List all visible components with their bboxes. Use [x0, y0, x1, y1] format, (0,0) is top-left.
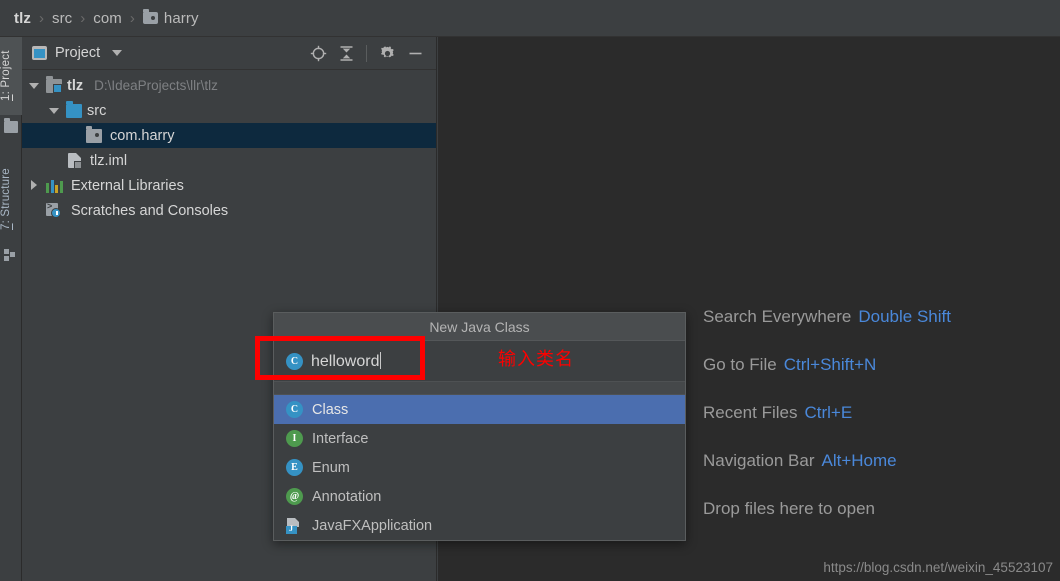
external-libraries-icon — [46, 179, 63, 193]
hint-action: Navigation Bar — [703, 451, 815, 470]
package-icon — [142, 9, 158, 24]
tree-row-tlz-iml[interactable]: tlz.iml — [22, 148, 436, 173]
hint-recent-files: Recent Files Ctrl+E — [703, 403, 951, 423]
tree-row-tlz[interactable]: tlz D:\IdeaProjects\llr\tlz — [22, 73, 436, 98]
hint-action: Search Everywhere — [703, 307, 852, 326]
breadcrumb-separator: › — [80, 9, 86, 27]
idea-window: tlz › src › com › harry 1: Project 7: St… — [0, 0, 1060, 581]
tree-row-external-libraries[interactable]: External Libraries — [22, 173, 436, 198]
hint-action: Recent Files — [703, 403, 798, 422]
popup-separator — [274, 382, 685, 395]
list-item-label: Annotation — [312, 488, 382, 505]
project-window-icon — [32, 46, 47, 60]
breadcrumb-item-harry[interactable]: harry — [139, 9, 203, 28]
enum-icon: E — [286, 459, 303, 476]
twisty-closed-icon[interactable] — [28, 179, 41, 192]
stripe-structure-number: 7 — [0, 223, 12, 230]
hint-shortcut: Alt+Home — [821, 451, 897, 470]
tree-label: External Libraries — [71, 177, 184, 194]
hint-search-everywhere: Search Everywhere Double Shift — [703, 307, 951, 327]
class-kind-list: C Class I Interface E Enum @ Annotation … — [274, 395, 685, 540]
text-caret — [380, 351, 382, 369]
hint-drop-files: Drop files here to open — [703, 499, 951, 519]
tree-label: tlz.iml — [90, 152, 128, 169]
stripe-project-label: : Project — [0, 50, 12, 95]
breadcrumb-label: com — [93, 9, 122, 27]
project-tree: tlz D:\IdeaProjects\llr\tlz src com.harr… — [22, 70, 436, 223]
class-icon: C — [286, 352, 303, 370]
breadcrumb-label: src — [51, 9, 73, 27]
list-item-class[interactable]: C Class — [274, 395, 685, 424]
tree-label: src — [87, 102, 107, 119]
tree-path-hint: D:\IdeaProjects\llr\tlz — [94, 78, 218, 93]
tree-row-com-harry[interactable]: com.harry — [22, 123, 436, 148]
locate-icon[interactable] — [305, 40, 331, 66]
hint-action: Drop files here to open — [703, 499, 875, 518]
hint-action: Go to File — [703, 355, 777, 374]
stripe-button-project[interactable]: 1: Project — [0, 37, 22, 115]
annotation-icon: @ — [286, 488, 303, 505]
project-title-label: Project — [55, 45, 101, 61]
scratches-icon — [46, 201, 62, 218]
hint-navigation-bar: Navigation Bar Alt+Home — [703, 451, 951, 471]
breadcrumb-separator: › — [38, 9, 44, 27]
list-item-javafx-application[interactable]: JavaFXApplication — [274, 511, 685, 540]
minimize-icon[interactable] — [402, 40, 428, 66]
class-icon: C — [286, 401, 303, 418]
project-panel-header: Project — [22, 37, 436, 70]
stripe-structure-label: : Structure — [0, 168, 12, 224]
breadcrumb-item-com[interactable]: com — [89, 9, 126, 28]
new-java-class-popup: New Java Class C helloword C Class I Int… — [273, 312, 686, 541]
iml-file-icon — [68, 153, 82, 169]
tree-row-scratches[interactable]: Scratches and Consoles — [22, 198, 436, 223]
twisty-open-icon[interactable] — [48, 104, 61, 117]
breadcrumb: tlz › src › com › harry — [0, 0, 1060, 37]
stripe-button-structure[interactable]: 7: Structure — [0, 155, 22, 243]
breadcrumb-item-src[interactable]: src — [48, 9, 76, 28]
folder-icon[interactable] — [4, 118, 18, 133]
javafx-icon — [286, 517, 303, 534]
stripe-project-number: 1 — [0, 94, 12, 102]
module-icon — [46, 75, 62, 93]
annotation-note: 输入类名 — [498, 349, 574, 370]
breadcrumb-label: tlz — [14, 9, 31, 27]
shortcut-hints: Search Everywhere Double Shift Go to File… — [703, 307, 951, 519]
toolbar-divider — [366, 44, 367, 62]
class-name-input[interactable]: C helloword — [274, 341, 685, 382]
list-item-enum[interactable]: E Enum — [274, 453, 685, 482]
hint-shortcut: Ctrl+Shift+N — [783, 355, 877, 374]
class-name-value: helloword — [311, 352, 380, 370]
collapse-all-icon[interactable] — [333, 40, 359, 66]
breadcrumb-item-tlz[interactable]: tlz — [10, 9, 35, 28]
hint-shortcut: Ctrl+E — [804, 403, 853, 422]
breadcrumb-separator: › — [129, 9, 135, 27]
list-item-interface[interactable]: I Interface — [274, 424, 685, 453]
twisty-open-icon[interactable] — [28, 79, 41, 92]
popup-title: New Java Class — [274, 313, 685, 341]
project-panel-toolbar — [305, 40, 428, 66]
list-item-label: Enum — [312, 459, 350, 476]
tree-label: Scratches and Consoles — [71, 202, 229, 219]
list-item-label: Class — [312, 401, 349, 418]
structure-icon[interactable] — [4, 249, 18, 263]
watermark-url: https://blog.csdn.net/weixin_45523107 — [823, 560, 1053, 575]
source-folder-icon — [66, 100, 82, 118]
interface-icon: I — [286, 430, 303, 447]
hint-go-to-file: Go to File Ctrl+Shift+N — [703, 355, 951, 375]
tree-label: tlz — [67, 77, 84, 94]
package-icon — [86, 125, 102, 143]
project-panel-title[interactable]: Project — [32, 45, 123, 61]
tree-row-src[interactable]: src — [22, 98, 436, 123]
tree-label: com.harry — [110, 127, 175, 144]
hint-shortcut: Double Shift — [858, 307, 951, 326]
gear-icon[interactable] — [374, 40, 400, 66]
breadcrumb-label: harry — [163, 9, 199, 27]
list-item-label: Interface — [312, 430, 369, 447]
chevron-down-icon[interactable] — [112, 50, 123, 56]
list-item-annotation[interactable]: @ Annotation — [274, 482, 685, 511]
tool-window-stripe-left: 1: Project 7: Structure — [0, 37, 22, 581]
list-item-label: JavaFXApplication — [312, 517, 433, 534]
